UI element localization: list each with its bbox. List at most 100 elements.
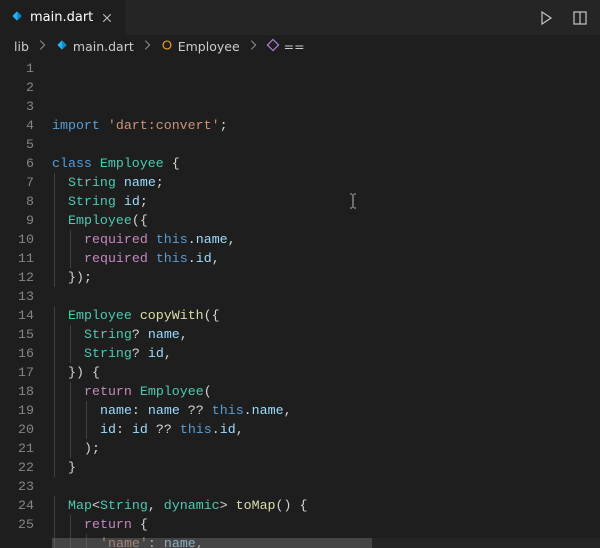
- token-punct: ,: [164, 346, 172, 361]
- token-this: this: [156, 251, 188, 266]
- token-punct: [180, 403, 188, 418]
- line-number: 8: [0, 192, 34, 211]
- breadcrumb-seg-lib[interactable]: lib: [14, 39, 29, 54]
- indent-guide: [54, 173, 55, 192]
- token-punct: ,: [212, 251, 220, 266]
- code-line[interactable]: String? name,: [52, 325, 600, 344]
- breadcrumb-label: lib: [14, 39, 29, 54]
- token-punct: [116, 194, 124, 209]
- breadcrumb-label: main.dart: [73, 39, 134, 54]
- indent-guide: [86, 401, 87, 420]
- code-editor[interactable]: 1234567891011121314151617181920212223242…: [0, 57, 600, 548]
- token-punct: :: [132, 403, 148, 418]
- tab-bar: main.dart: [0, 0, 600, 35]
- code-line[interactable]: Employee copyWith({: [52, 306, 600, 325]
- token-punct: );: [84, 441, 100, 456]
- tab-main-dart[interactable]: main.dart: [0, 0, 126, 35]
- dart-file-icon: [10, 9, 24, 27]
- line-number: 7: [0, 173, 34, 192]
- token-punct: }) {: [68, 365, 100, 380]
- token-type: Employee: [68, 213, 132, 228]
- indent-guide: [70, 439, 71, 458]
- token-punct: ,: [228, 232, 236, 247]
- token-punct: }: [68, 460, 76, 475]
- code-line[interactable]: class Employee {: [52, 154, 600, 173]
- run-icon[interactable]: [536, 8, 556, 28]
- token-var: id: [100, 422, 116, 437]
- line-number: 24: [0, 496, 34, 515]
- code-line[interactable]: }) {: [52, 363, 600, 382]
- code-line[interactable]: return Employee(: [52, 382, 600, 401]
- code-line[interactable]: return {: [52, 515, 600, 534]
- code-line[interactable]: Map<String, dynamic> toMap() {: [52, 496, 600, 515]
- indent-guide: [54, 325, 55, 344]
- token-punct: ({: [204, 308, 220, 323]
- token-punct: (: [204, 384, 212, 399]
- indent-guide: [54, 230, 55, 249]
- token-type: Employee: [100, 156, 164, 171]
- line-number: 23: [0, 477, 34, 496]
- token-var: name: [148, 403, 180, 418]
- breadcrumb-label: Employee: [178, 39, 240, 54]
- token-op: ??: [156, 422, 172, 437]
- code-line[interactable]: [52, 135, 600, 154]
- line-number: 12: [0, 268, 34, 287]
- breadcrumb[interactable]: lib main.dart Employee ==: [0, 35, 600, 57]
- line-number: 11: [0, 249, 34, 268]
- chevron-right-icon: [35, 38, 49, 55]
- code-line[interactable]: }: [52, 458, 600, 477]
- line-number: 3: [0, 97, 34, 116]
- token-punct: [148, 251, 156, 266]
- token-punct: ,: [148, 498, 164, 513]
- token-punct: .: [244, 403, 252, 418]
- indent-guide: [86, 420, 87, 439]
- chevron-right-icon: [140, 38, 154, 55]
- horizontal-scrollbar[interactable]: [52, 538, 600, 548]
- indent-guide: [70, 401, 71, 420]
- token-var: id: [124, 194, 140, 209]
- token-var: id: [132, 422, 148, 437]
- token-var: name: [196, 232, 228, 247]
- code-line[interactable]: import 'dart:convert';: [52, 116, 600, 135]
- code-line[interactable]: String name;: [52, 173, 600, 192]
- token-punct: ,: [284, 403, 292, 418]
- line-number-gutter: 1234567891011121314151617181920212223242…: [0, 57, 52, 548]
- code-line[interactable]: required this.id,: [52, 249, 600, 268]
- breadcrumb-seg-method[interactable]: ==: [266, 38, 305, 55]
- code-area[interactable]: import 'dart:convert';class Employee {St…: [52, 57, 600, 548]
- breadcrumb-seg-class[interactable]: Employee: [160, 38, 240, 55]
- code-line[interactable]: Employee({: [52, 211, 600, 230]
- scrollbar-thumb[interactable]: [52, 538, 372, 548]
- editor-root: main.dart lib main.dart: [0, 0, 600, 548]
- indent-guide: [54, 249, 55, 268]
- indent-guide: [70, 230, 71, 249]
- indent-guide: [70, 325, 71, 344]
- code-line[interactable]: required this.name,: [52, 230, 600, 249]
- code-line[interactable]: [52, 287, 600, 306]
- code-line[interactable]: );: [52, 439, 600, 458]
- token-var: name: [148, 327, 180, 342]
- token-type: Employee: [140, 384, 204, 399]
- line-number: 20: [0, 420, 34, 439]
- token-punct: [172, 422, 180, 437]
- code-line[interactable]: id: id ?? this.id,: [52, 420, 600, 439]
- token-keyword: class: [52, 156, 100, 171]
- code-line[interactable]: });: [52, 268, 600, 287]
- code-line[interactable]: String? id,: [52, 344, 600, 363]
- token-punct: >: [220, 498, 236, 513]
- indent-guide: [54, 496, 55, 515]
- token-punct: ;: [220, 118, 228, 133]
- token-type: Map: [68, 498, 92, 513]
- code-line[interactable]: String id;: [52, 192, 600, 211]
- line-number: 9: [0, 211, 34, 230]
- breadcrumb-seg-file[interactable]: main.dart: [55, 38, 134, 55]
- split-editor-icon[interactable]: [570, 8, 590, 28]
- tab-label: main.dart: [30, 10, 93, 25]
- code-line[interactable]: name: name ?? this.name,: [52, 401, 600, 420]
- token-punct: ?: [132, 346, 148, 361]
- close-icon[interactable]: [99, 10, 115, 26]
- line-number: 4: [0, 116, 34, 135]
- token-punct: {: [132, 517, 148, 532]
- indent-guide: [54, 382, 55, 401]
- code-line[interactable]: [52, 477, 600, 496]
